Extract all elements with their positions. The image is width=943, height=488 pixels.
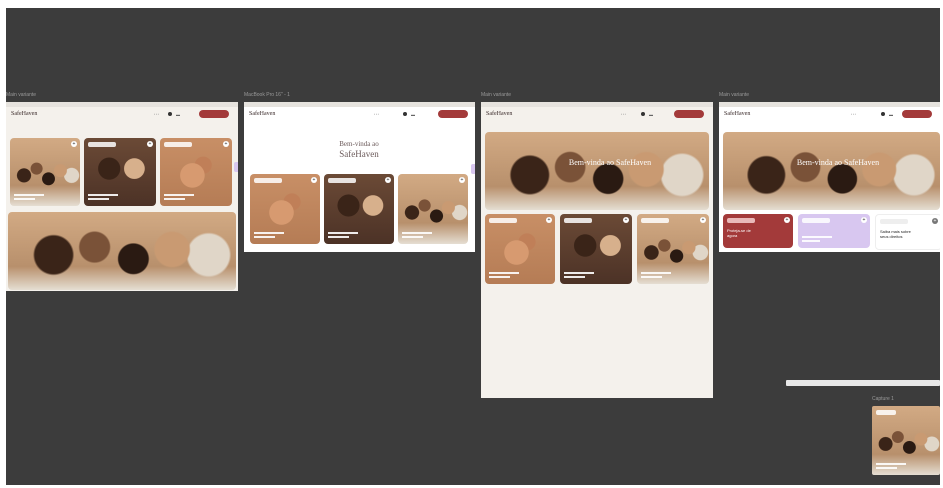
cta-button[interactable]: [199, 110, 229, 118]
hero-photo[interactable]: [8, 212, 236, 290]
card-badge: [489, 218, 517, 223]
hero-photo[interactable]: Bem-vinda ao SafeHaven: [723, 132, 940, 210]
card-badge: [88, 142, 116, 147]
nav-links[interactable]: • • •: [154, 112, 159, 116]
card-photo-1[interactable]: +: [485, 214, 555, 284]
plus-icon[interactable]: +: [784, 217, 790, 223]
card-caption: [164, 194, 194, 202]
navbar: SafeHaven • • • ▬: [6, 107, 238, 129]
plus-icon[interactable]: +: [385, 177, 391, 183]
frame-label-2[interactable]: MacBook Pro 16" - 1: [244, 92, 290, 98]
card-badge: [641, 218, 669, 223]
card-caption: [88, 194, 118, 202]
card-photo-2[interactable]: +: [84, 138, 156, 206]
cta-button[interactable]: [438, 110, 468, 118]
nav-links[interactable]: • • •: [621, 112, 626, 116]
card-caption: [564, 272, 594, 280]
plus-icon[interactable]: +: [459, 177, 465, 183]
card-badge: [564, 218, 592, 223]
scroll-handle[interactable]: [471, 164, 475, 174]
card-white-text: Saiba mais sobre seus direitos: [880, 229, 911, 239]
card-badge: [876, 410, 896, 415]
horizontal-scrollbar[interactable]: [786, 380, 940, 386]
plus-icon[interactable]: +: [700, 217, 706, 223]
card-caption: [641, 272, 671, 280]
card-white[interactable]: + Saiba mais sobre seus direitos: [875, 214, 940, 250]
design-canvas[interactable]: Main variante MacBook Pro 16" - 1 Main v…: [6, 8, 940, 485]
navbar: SafeHaven • • • ▬: [719, 107, 940, 129]
card-caption: [802, 236, 832, 244]
nav-links[interactable]: • • •: [374, 112, 379, 116]
avatar-icon[interactable]: [168, 112, 172, 116]
card-badge: [254, 178, 282, 183]
plus-icon[interactable]: +: [71, 141, 77, 147]
card-red-text: Proteja-se de agora: [727, 228, 751, 238]
navbar: SafeHaven • • • ▬: [244, 107, 475, 129]
card-white-line-2: seus direitos: [880, 234, 903, 239]
site-logo[interactable]: SafeHaven: [486, 111, 512, 117]
frame-label-5[interactable]: Capture 1: [872, 396, 894, 402]
scroll-handle[interactable]: [234, 162, 238, 172]
cta-button[interactable]: [674, 110, 704, 118]
nav-login[interactable]: ▬: [649, 112, 653, 117]
card-badge: [164, 142, 192, 147]
nav-login[interactable]: ▬: [411, 112, 415, 117]
capture-thumbnail[interactable]: [872, 406, 940, 475]
card-red[interactable]: + Proteja-se de agora: [723, 214, 793, 248]
nav-links[interactable]: • • •: [851, 112, 856, 116]
avatar-icon[interactable]: [881, 112, 885, 116]
card-caption: [876, 463, 906, 471]
plus-icon[interactable]: +: [861, 217, 867, 223]
frame-4[interactable]: SafeHaven • • • ▬ Bem-vinda ao SafeHaven…: [719, 102, 940, 252]
avatar-icon[interactable]: [403, 112, 407, 116]
card-lavender[interactable]: +: [798, 214, 870, 248]
frame-label-4[interactable]: Main variante: [719, 92, 749, 98]
card-badge: [328, 178, 356, 183]
card-badge: [727, 218, 755, 223]
frame-3[interactable]: SafeHaven • • • ▬ Bem-vinda ao SafeHaven…: [481, 102, 713, 398]
avatar-icon[interactable]: [641, 112, 645, 116]
site-logo[interactable]: SafeHaven: [724, 111, 750, 117]
card-caption: [254, 232, 284, 240]
card-photo-3[interactable]: +: [160, 138, 232, 206]
card-red-line-2: agora: [727, 233, 738, 238]
card-photo-3[interactable]: +: [637, 214, 709, 284]
hero-photo[interactable]: Bem-vinda ao SafeHaven: [485, 132, 709, 210]
hero-line-1: Bem-vinda ao: [339, 140, 379, 148]
card-caption: [402, 232, 432, 240]
card-photo-2[interactable]: +: [560, 214, 632, 284]
site-logo[interactable]: SafeHaven: [249, 111, 275, 117]
card-photo-1[interactable]: +: [10, 138, 80, 206]
card-caption: [489, 272, 519, 280]
cta-button[interactable]: [902, 110, 932, 118]
hero-overlay-text: Bem-vinda ao SafeHaven: [796, 158, 880, 167]
plus-icon[interactable]: +: [311, 177, 317, 183]
card-photo-2[interactable]: +: [324, 174, 394, 244]
nav-login[interactable]: ▬: [889, 112, 893, 117]
card-badge: [802, 218, 830, 223]
hero-overlay-text: Bem-vinda ao SafeHaven: [568, 158, 652, 167]
plus-icon[interactable]: +: [932, 218, 938, 224]
frame-label-1[interactable]: Main variante: [6, 92, 36, 98]
frame-2[interactable]: SafeHaven • • • ▬ Bem-vinda ao SafeHaven…: [244, 102, 475, 252]
card-photo-3[interactable]: +: [398, 174, 468, 244]
card-photo-1[interactable]: +: [250, 174, 320, 244]
card-badge: [880, 219, 908, 224]
nav-login[interactable]: ▬: [176, 112, 180, 117]
hero-line-2: SafeHaven: [339, 149, 379, 159]
frame-1[interactable]: SafeHaven • • • ▬ + + +: [6, 102, 238, 291]
plus-icon[interactable]: +: [147, 141, 153, 147]
card-caption: [328, 232, 358, 240]
plus-icon[interactable]: +: [623, 217, 629, 223]
plus-icon[interactable]: +: [546, 217, 552, 223]
plus-icon[interactable]: +: [223, 141, 229, 147]
navbar: SafeHaven • • • ▬: [481, 107, 713, 129]
site-logo[interactable]: SafeHaven: [11, 111, 37, 117]
card-caption: [14, 194, 44, 202]
frame-label-3[interactable]: Main variante: [481, 92, 511, 98]
